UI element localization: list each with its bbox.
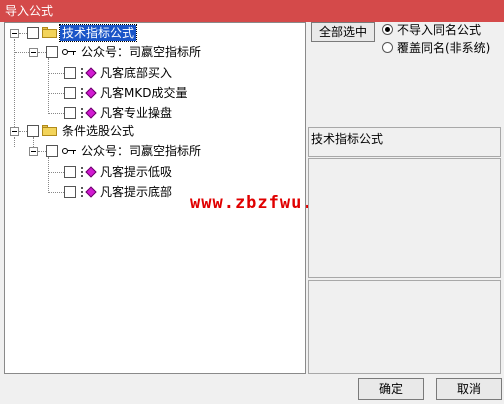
formula-diamond-icon: [85, 67, 97, 79]
tree-item-label[interactable]: 凡客底部买入: [98, 65, 174, 81]
tree-node-group2[interactable]: 公众号：司嬴空指标所: [79, 143, 203, 159]
group2-collapse-icon[interactable]: [29, 147, 38, 156]
key-icon: [62, 47, 76, 57]
radio-skip-duplicates[interactable]: [382, 24, 393, 35]
radio-skip-label: 不导入同名公式: [397, 23, 482, 37]
formula-diamond-icon: [85, 186, 97, 198]
item-checkbox[interactable]: [64, 107, 76, 119]
ok-button[interactable]: 确定: [358, 378, 424, 400]
root2-collapse-icon[interactable]: [10, 127, 19, 136]
folder-icon: [42, 125, 57, 136]
folder-icon: [42, 27, 57, 38]
tree-item-label[interactable]: 凡客提示低吸: [98, 164, 174, 180]
root2-checkbox[interactable]: [27, 125, 39, 137]
formula-diamond-icon: [85, 87, 97, 99]
import-formula-dialog: 导入公式 技术指标公式 公众号：司嬴空指标所 凡客底部买入 凡客MKD成交量 凡…: [0, 0, 504, 404]
root1-collapse-icon[interactable]: [10, 29, 19, 38]
item-checkbox[interactable]: [64, 186, 76, 198]
cancel-button[interactable]: 取消: [436, 378, 502, 400]
radio-overwrite-label: 覆盖同名(非系统): [397, 41, 491, 55]
radio-overwrite-duplicates[interactable]: [382, 42, 393, 53]
info-panel-title-text: 技术指标公式: [311, 132, 384, 146]
group1-checkbox[interactable]: [46, 46, 58, 58]
window-title: 导入公式: [0, 0, 504, 22]
group1-collapse-icon[interactable]: [29, 48, 38, 57]
info-panel-detail: [308, 280, 501, 374]
item-checkbox[interactable]: [64, 67, 76, 79]
group2-checkbox[interactable]: [46, 145, 58, 157]
key-icon: [62, 146, 76, 156]
formula-diamond-icon: [85, 107, 97, 119]
select-all-button[interactable]: 全部选中: [311, 22, 375, 42]
item-checkbox[interactable]: [64, 166, 76, 178]
tree-node-group1[interactable]: 公众号：司嬴空指标所: [79, 44, 203, 60]
info-panel-title: 技术指标公式: [308, 127, 501, 157]
formula-diamond-icon: [85, 166, 97, 178]
tree-node-stock-screening[interactable]: 条件选股公式: [60, 123, 136, 139]
tree-item-label[interactable]: 凡客MKD成交量: [98, 85, 189, 101]
item-checkbox[interactable]: [64, 87, 76, 99]
root1-checkbox[interactable]: [27, 27, 39, 39]
tree-item-label[interactable]: 凡客专业操盘: [98, 105, 174, 121]
tree-item-label[interactable]: 凡客提示底部: [98, 184, 174, 200]
tree-node-tech-indicators[interactable]: 技术指标公式: [58, 24, 138, 42]
info-panel-description: [308, 158, 501, 278]
